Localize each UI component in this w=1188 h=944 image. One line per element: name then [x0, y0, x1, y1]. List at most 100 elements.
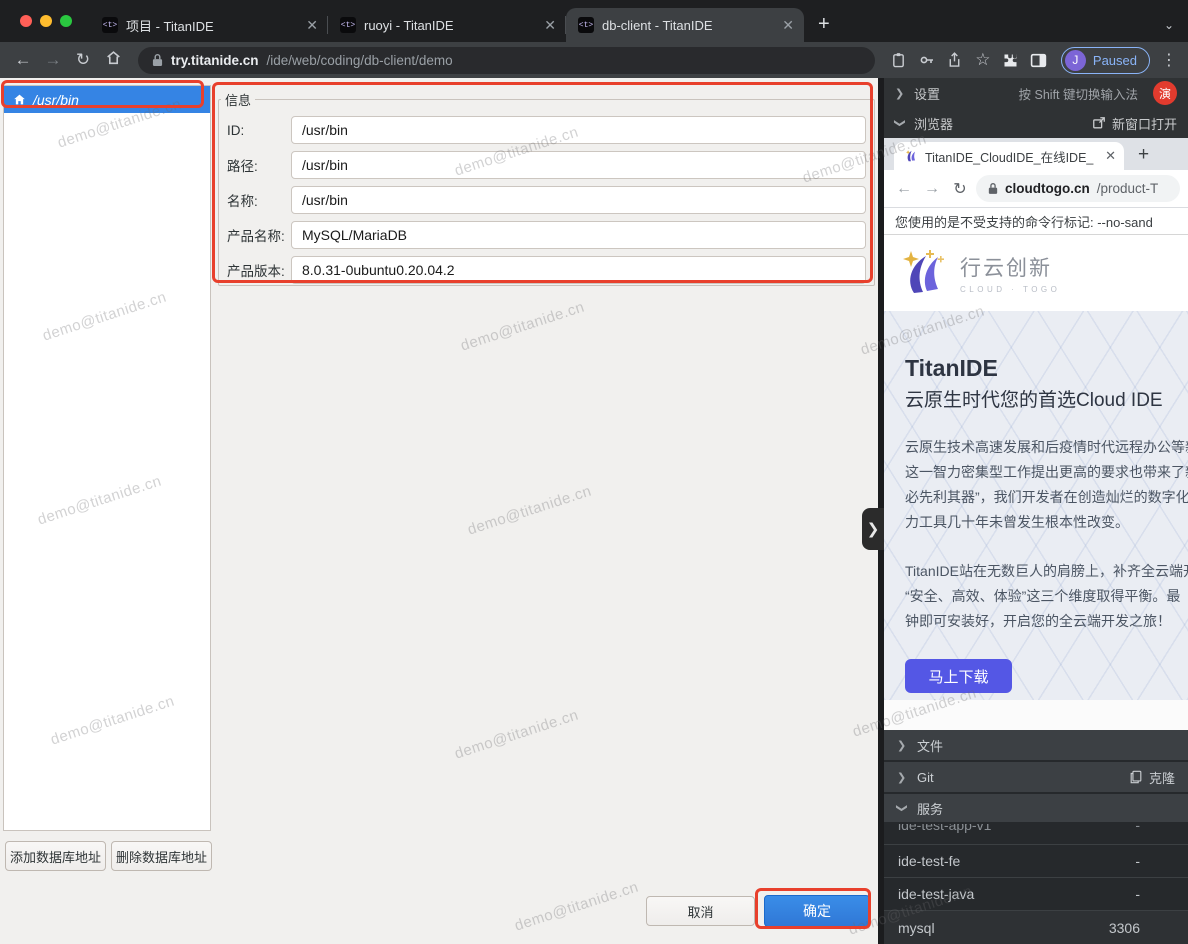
git-section-label: Git — [917, 770, 934, 785]
hero-line: 力工具几十年未曾发生根本性改变。 — [905, 510, 1188, 535]
bookmark-star-icon[interactable]: ☆ — [971, 48, 995, 72]
profile-paused-badge[interactable]: J Paused — [1061, 47, 1150, 74]
tab-db-client[interactable]: <t> db-client - TitanIDE ✕ — [566, 8, 804, 42]
chevron-right-icon: ❯ — [895, 87, 905, 100]
avatar: J — [1065, 50, 1086, 71]
form-row-id: ID: — [227, 116, 866, 144]
download-now-button[interactable]: 马上下载 — [905, 659, 1012, 693]
service-row-ide-test-fe[interactable]: ide-test-fe - — [884, 845, 1188, 878]
cancel-button[interactable]: 取消 — [646, 896, 755, 926]
service-row-mysql[interactable]: mysql 3306 — [884, 911, 1188, 944]
close-tab-icon[interactable]: ✕ — [306, 17, 318, 34]
titanide-favicon: <t> — [340, 17, 356, 33]
name-field[interactable] — [291, 186, 866, 214]
form-row-path: 路径: — [227, 151, 866, 179]
service-name: ide-test-fe — [898, 853, 960, 869]
product-name-field[interactable] — [291, 221, 866, 249]
hero-paragraph-1: 云原生技术高速发展和后疫情时代远程办公等新 这一智力密集型工作提出更高的要求也带… — [905, 435, 1188, 535]
demo-badge[interactable]: 演 — [1153, 81, 1177, 105]
close-window-button[interactable] — [20, 15, 32, 27]
preview-tab[interactable]: TitanIDE_CloudIDE_在线IDE_ ✕ — [894, 142, 1124, 170]
lock-icon — [152, 53, 163, 67]
remove-database-button[interactable]: 删除数据库地址 — [111, 841, 212, 871]
side-panel-icon[interactable] — [1027, 48, 1051, 72]
tab-project[interactable]: <t> 项目 - TitanIDE ✕ — [90, 8, 328, 42]
services-section-label: 服务 — [917, 799, 943, 818]
product-version-label: 产品版本: — [227, 260, 291, 280]
reload-icon[interactable]: ↻ — [70, 50, 96, 70]
tab-search-chevron-icon[interactable]: ⌄ — [1164, 18, 1174, 32]
back-icon[interactable]: ← — [892, 180, 916, 198]
open-new-window-button[interactable]: 新窗口打开 — [1092, 114, 1177, 133]
tree-section-services[interactable]: ❯ 服务 — [884, 794, 1188, 822]
preview-address-bar[interactable]: cloudtogo.cn/product-T — [976, 175, 1180, 202]
service-port: - — [1135, 886, 1140, 902]
reload-icon[interactable]: ↻ — [948, 179, 972, 199]
close-tab-icon[interactable]: ✕ — [544, 17, 556, 34]
database-list: /usr/bin — [3, 85, 211, 831]
service-port: - — [1135, 824, 1140, 833]
git-clone-label: 克隆 — [1149, 768, 1175, 787]
tree-section-git[interactable]: ❯ Git 克隆 — [884, 762, 1188, 792]
key-icon[interactable] — [915, 48, 939, 72]
tab-title: 项目 - TitanIDE — [126, 16, 298, 35]
maximize-window-button[interactable] — [60, 15, 72, 27]
tab-ruoyi[interactable]: <t> ruoyi - TitanIDE ✕ — [328, 8, 566, 42]
clone-icon — [1129, 770, 1143, 784]
hero-title: TitanIDE — [905, 355, 1188, 382]
id-field[interactable] — [291, 116, 866, 144]
new-tab-button[interactable]: + — [1138, 144, 1149, 166]
confirm-button[interactable]: 确定 — [764, 895, 870, 927]
add-database-button[interactable]: 添加数据库地址 — [5, 841, 106, 871]
embedded-browser-preview: TitanIDE_CloudIDE_在线IDE_ ✕ + ← → ↻ cloud… — [884, 138, 1188, 730]
home-icon — [13, 93, 26, 106]
preview-url-path: /product-T — [1097, 181, 1159, 196]
back-icon[interactable]: ← — [10, 50, 36, 70]
hero-paragraph-2: TitanIDE站在无数巨人的肩膀上，补齐全云端开 “安全、高效、体验”这三个维… — [905, 559, 1188, 634]
new-tab-button[interactable]: + — [818, 13, 830, 36]
brand-subtitle: CLOUD · TOGO — [960, 285, 1060, 294]
hero-line: TitanIDE站在无数巨人的肩膀上，补齐全云端开 — [905, 559, 1188, 584]
screen: <t> 项目 - TitanIDE ✕ <t> ruoyi - TitanIDE… — [0, 0, 1188, 944]
service-row-ide-test-app-v1[interactable]: ide-test-app-v1 - — [884, 824, 1188, 845]
window-controls — [0, 0, 90, 42]
hero-line: “安全、高效、体验”这三个维度取得平衡。最 — [905, 584, 1188, 609]
db-client-page: /usr/bin 信息 ID: 路径: 名称: 产品名称: 产品版本: — [0, 78, 878, 944]
database-list-item-usr-bin[interactable]: /usr/bin — [4, 86, 210, 113]
unsupported-flag-warning: 您使用的是不受支持的命令行标记: --no-sand — [884, 208, 1188, 235]
profile-status-label: Paused — [1093, 53, 1137, 68]
settings-row[interactable]: ❯ 设置 按 Shift 键切换输入法 演 — [884, 78, 1188, 108]
close-tab-icon[interactable]: ✕ — [782, 17, 794, 34]
git-clone-button[interactable]: 克隆 — [1129, 768, 1175, 787]
browser-section-row[interactable]: ❯ 浏览器 新窗口打开 — [884, 108, 1188, 138]
page-strip — [884, 700, 1188, 730]
clipboard-icon[interactable] — [887, 48, 911, 72]
browser-menu-icon[interactable]: ⋮ — [1160, 50, 1178, 70]
chevron-right-icon: ❯ — [897, 739, 907, 752]
product-version-field[interactable] — [291, 256, 866, 284]
service-name: mysql — [898, 920, 935, 936]
path-label: 路径: — [227, 155, 291, 175]
home-icon[interactable] — [100, 49, 126, 71]
service-port: 3306 — [1109, 920, 1140, 936]
hero-line: 必先利其器”，我们开发者在创造灿烂的数字化 — [905, 485, 1188, 510]
hero-line: 这一智力密集型工作提出更高的要求也带来了新 — [905, 460, 1188, 485]
explorer-tree: ❯ 文件 ❯ Git 克隆 ❯ 服务 ide-test-app-v1 - ide… — [884, 730, 1188, 944]
forward-icon[interactable]: → — [40, 50, 66, 70]
preview-tab-title: TitanIDE_CloudIDE_在线IDE_ — [925, 147, 1098, 166]
cloudtogo-favicon — [904, 149, 918, 163]
extensions-puzzle-icon[interactable] — [999, 48, 1023, 72]
address-bar[interactable]: try.titanide.cn/ide/web/coding/db-client… — [138, 47, 875, 74]
share-icon[interactable] — [943, 48, 967, 72]
tree-section-files[interactable]: ❯ 文件 — [884, 730, 1188, 760]
panel-collapse-handle[interactable]: ❯ — [862, 508, 884, 550]
close-tab-icon[interactable]: ✕ — [1105, 148, 1116, 164]
service-row-ide-test-java[interactable]: ide-test-java - — [884, 878, 1188, 911]
info-legend: 信息 — [221, 90, 255, 109]
minimize-window-button[interactable] — [40, 15, 52, 27]
database-item-label: /usr/bin — [33, 92, 79, 108]
open-in-new-icon — [1092, 116, 1106, 130]
tab-title: db-client - TitanIDE — [602, 18, 774, 33]
forward-icon[interactable]: → — [920, 180, 944, 198]
path-field[interactable] — [291, 151, 866, 179]
